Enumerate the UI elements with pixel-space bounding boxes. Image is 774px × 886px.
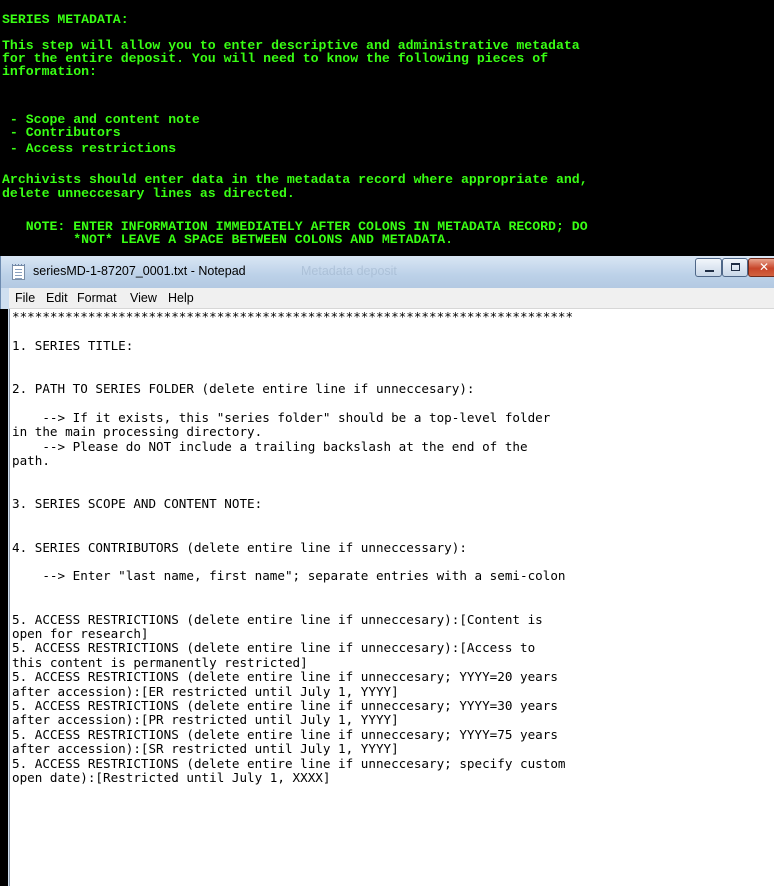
background-window-title: Metadata deposit [301, 264, 397, 278]
menu-file[interactable]: File [15, 291, 35, 305]
console-window: SERIES METADATA: This step will allow yo… [0, 0, 774, 256]
title-bar[interactable]: seriesMD-1-87207_0001.txt - Notepad Meta… [1, 256, 774, 288]
menu-bar: File Edit Format View Help [9, 288, 774, 309]
console-line: information: [2, 64, 97, 79]
menu-help[interactable]: Help [168, 291, 194, 305]
document-text[interactable]: ****************************************… [12, 309, 573, 785]
menu-format[interactable]: Format [77, 291, 117, 305]
minimize-button[interactable] [695, 258, 722, 277]
console-line: Archivists should enter data in the meta… [2, 172, 588, 187]
close-icon: ✕ [759, 260, 770, 274]
notepad-window: seriesMD-1-87207_0001.txt - Notepad Meta… [0, 256, 774, 886]
minimize-icon [705, 270, 714, 272]
maximize-button[interactable] [722, 258, 748, 277]
console-line: delete unneccesary lines as directed. [2, 186, 295, 201]
menu-view[interactable]: View [130, 291, 157, 305]
window-title: seriesMD-1-87207_0001.txt - Notepad [33, 264, 246, 278]
console-list-item: - Contributors [2, 125, 121, 140]
window-edge [0, 309, 8, 886]
close-button[interactable]: ✕ [748, 258, 774, 277]
menu-edit[interactable]: Edit [46, 291, 68, 305]
console-note: *NOT* LEAVE A SPACE BETWEEN COLONS AND M… [2, 232, 454, 247]
text-editor[interactable]: ****************************************… [9, 309, 774, 886]
console-heading: SERIES METADATA: [2, 12, 129, 27]
maximize-icon [731, 263, 740, 271]
console-list-item: - Access restrictions [2, 141, 177, 156]
notepad-icon[interactable] [12, 264, 25, 280]
